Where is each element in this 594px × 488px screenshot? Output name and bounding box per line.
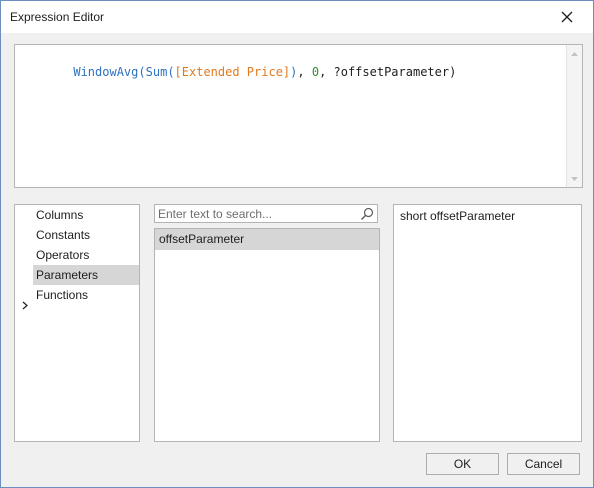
expand-functions-button[interactable] [20,295,30,315]
cancel-button[interactable]: Cancel [507,453,580,475]
search-input[interactable] [158,206,354,221]
search-icon[interactable] [360,207,374,221]
chevron-right-icon [22,301,28,309]
description-panel: short offsetParameter [393,204,582,442]
close-icon [561,11,573,23]
expression-text-area[interactable]: WindowAvg(Sum([Extended Price]), 0, ?off… [14,44,583,188]
category-item-columns[interactable]: Columns [33,205,139,225]
expression-code: WindowAvg(Sum([Extended Price]), 0, ?off… [30,51,456,93]
code-token: , [297,65,312,79]
code-token: [Extended Price] [174,65,291,79]
code-token: WindowAvg [73,65,139,79]
title-bar: Expression Editor [1,1,593,33]
code-token: 0 [311,65,320,79]
category-item-operators[interactable]: Operators [33,245,139,265]
scroll-down-button[interactable] [567,171,582,186]
category-item-functions[interactable]: Functions [33,285,139,305]
code-token: ( [138,65,146,79]
category-list: Columns Constants Operators Parameters F… [14,204,140,442]
vertical-scrollbar[interactable] [566,45,582,187]
description-text: short offsetParameter [400,209,516,223]
items-list: offsetParameter [154,228,380,442]
scroll-up-button[interactable] [567,46,582,61]
search-box[interactable] [154,204,378,223]
code-token: , ?offsetParameter) [319,65,457,79]
expression-editor-dialog: Expression Editor WindowAvg(Sum([Extende… [0,0,594,488]
close-button[interactable] [547,3,587,31]
category-item-parameters[interactable]: Parameters [33,265,139,285]
list-item-offsetparameter[interactable]: offsetParameter [155,229,379,250]
scroll-down-icon [571,176,578,181]
code-token: ( [167,65,175,79]
dialog-title: Expression Editor [10,10,105,24]
ok-button[interactable]: OK [426,453,499,475]
scroll-up-icon [571,51,578,56]
code-token: Sum [145,65,168,79]
category-item-constants[interactable]: Constants [33,225,139,245]
